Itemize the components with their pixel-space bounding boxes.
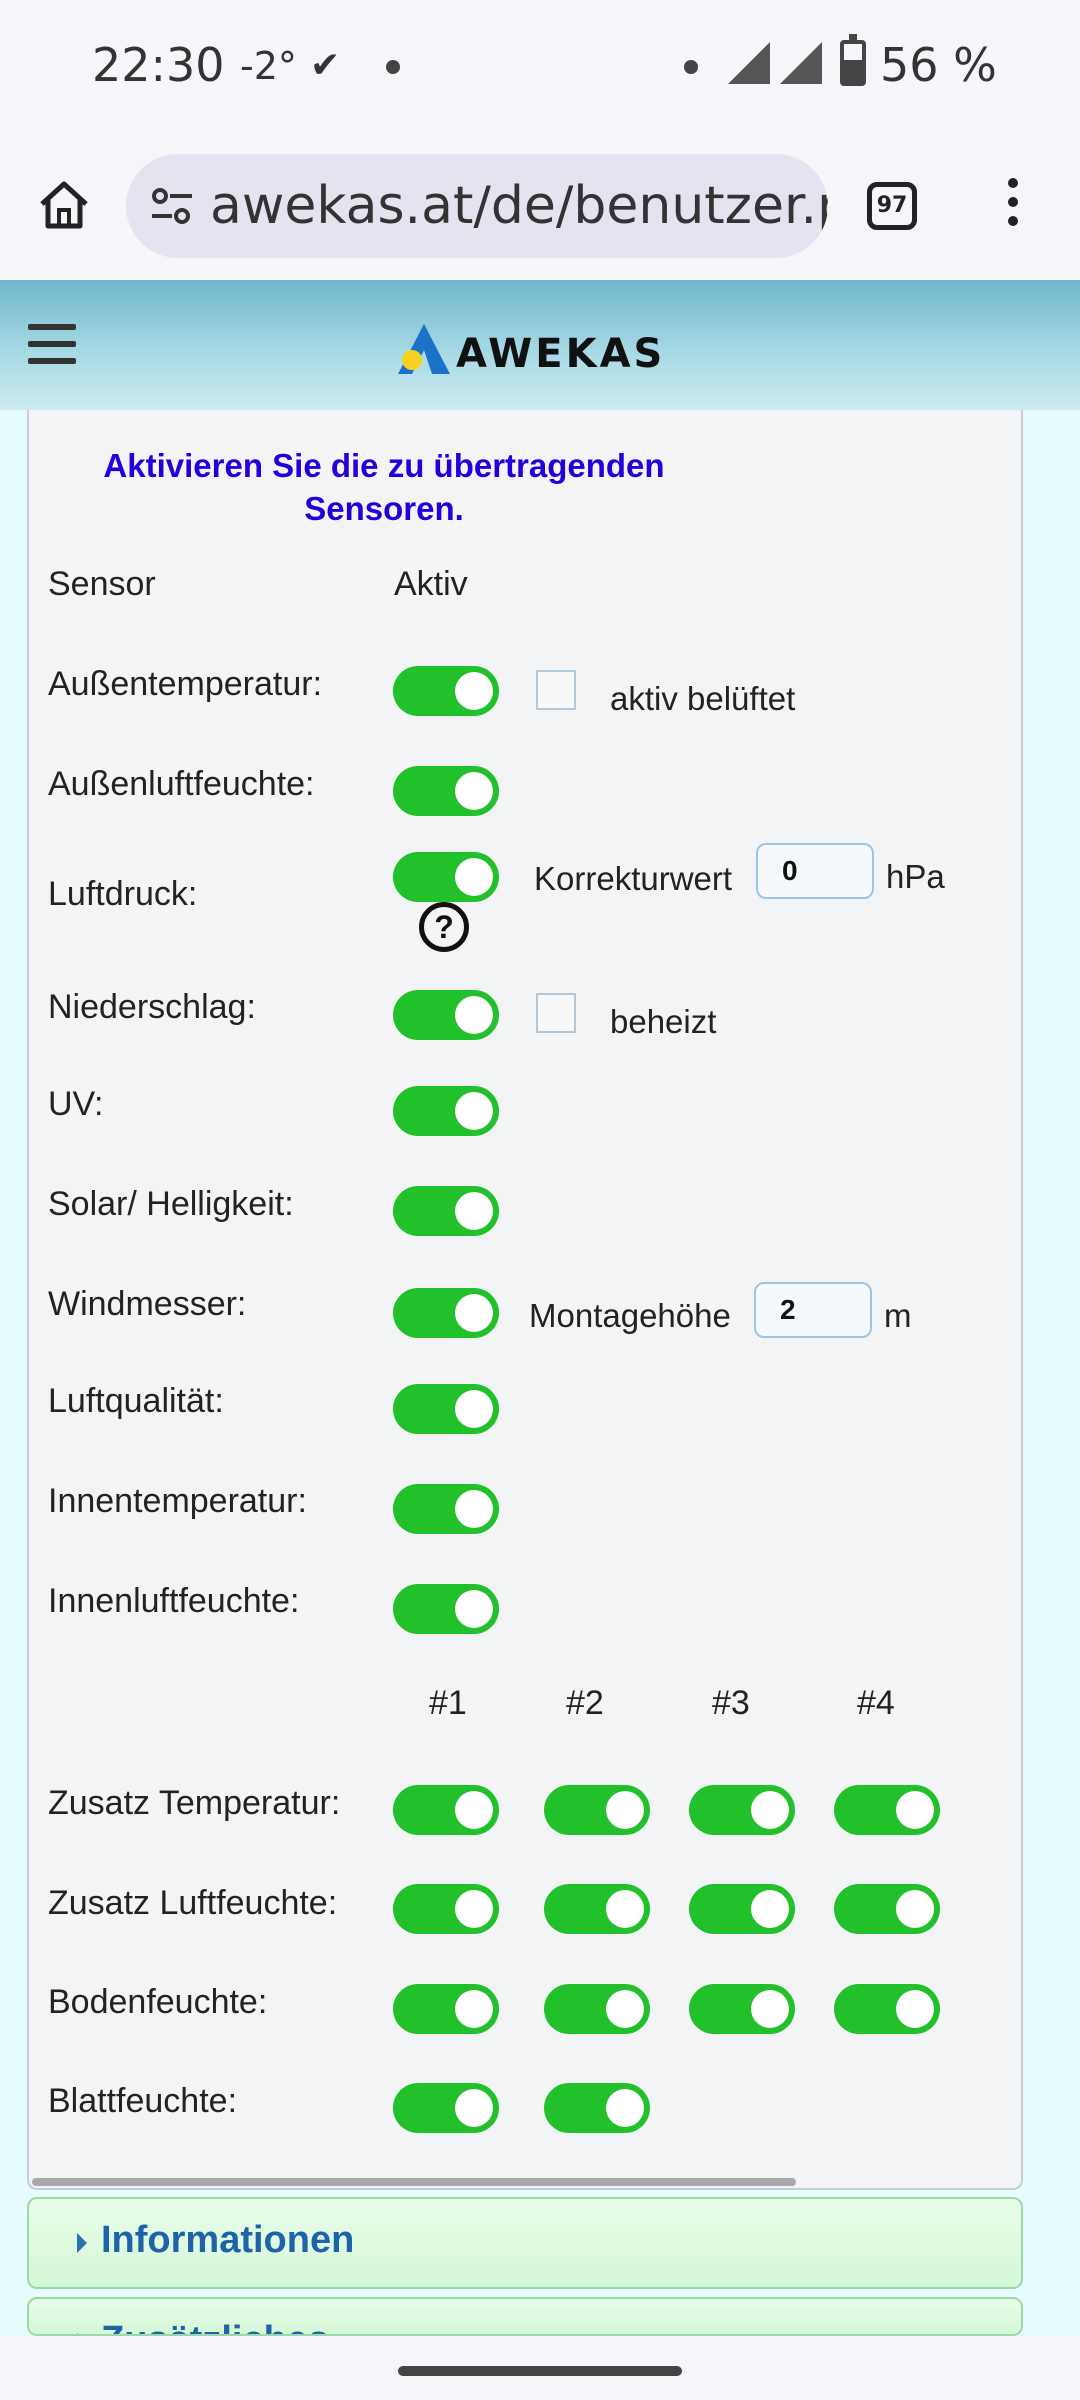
toggle-extra-humidity-4[interactable] bbox=[834, 1884, 940, 1934]
toggle-extra-humidity-3[interactable] bbox=[689, 1884, 795, 1934]
site-settings-icon[interactable] bbox=[150, 186, 194, 226]
chevron-right-icon bbox=[77, 2233, 87, 2253]
sensor-label-indoor-temperature: Innentemperatur: bbox=[48, 1482, 307, 1520]
sensor-label-anemometer: Windmesser: bbox=[48, 1285, 247, 1323]
sensor-label-leaf-wetness: Blattfeuchte: bbox=[48, 2082, 238, 2120]
sensor-label-air-quality: Luftqualität: bbox=[48, 1382, 224, 1420]
toggle-soil-moisture-4[interactable] bbox=[834, 1984, 940, 2034]
battery-percent: 56 % bbox=[880, 38, 997, 92]
status-bar: 22:30 -2° ✔ 56 % bbox=[0, 0, 1080, 132]
checkbox-actively-ventilated[interactable] bbox=[536, 670, 576, 710]
horizontal-scrollbar[interactable] bbox=[32, 2178, 796, 2186]
help-icon[interactable]: ? bbox=[419, 902, 469, 952]
battery-icon bbox=[840, 34, 866, 86]
notification-dot-icon bbox=[386, 60, 400, 74]
toggle-leaf-wetness-2[interactable] bbox=[544, 2083, 650, 2133]
toggle-anemometer[interactable] bbox=[393, 1288, 499, 1338]
toggle-indoor-temperature[interactable] bbox=[393, 1484, 499, 1534]
toggle-indoor-humidity[interactable] bbox=[393, 1584, 499, 1634]
toggle-extra-temperature-3[interactable] bbox=[689, 1785, 795, 1835]
sensor-label-outdoor-humidity: Außenluftfeuchte: bbox=[48, 765, 315, 803]
column-header-4: #4 bbox=[857, 1684, 895, 1722]
correction-value-input[interactable]: 0 bbox=[756, 843, 874, 899]
toggle-air-quality[interactable] bbox=[393, 1384, 499, 1434]
toggle-soil-moisture-3[interactable] bbox=[689, 1984, 795, 2034]
correction-label: Korrekturwert bbox=[534, 860, 733, 897]
signal-icon bbox=[780, 42, 822, 84]
sensor-label-indoor-humidity: Innenluftfeuchte: bbox=[48, 1582, 300, 1620]
tabs-icon[interactable]: 97 bbox=[867, 182, 917, 230]
url-text: awekas.at/de/benutzer.pl bbox=[210, 176, 828, 236]
accordion-label: Zusätzliches bbox=[101, 2319, 329, 2334]
hamburger-menu-icon[interactable] bbox=[28, 324, 76, 364]
address-bar[interactable]: awekas.at/de/benutzer.pl bbox=[126, 154, 828, 258]
sensor-label-air-pressure: Luftdruck: bbox=[48, 875, 198, 913]
toggle-extra-humidity-1[interactable] bbox=[393, 1884, 499, 1934]
home-gesture-handle[interactable] bbox=[398, 2366, 682, 2376]
sensor-label-soil-moisture: Bodenfeuchte: bbox=[48, 1983, 268, 2021]
accordion-informationen[interactable]: Informationen bbox=[27, 2197, 1023, 2289]
toggle-outdoor-temperature[interactable] bbox=[393, 666, 499, 716]
sensor-label-extra-temperature: Zusatz Temperatur: bbox=[48, 1784, 341, 1822]
sensor-settings-panel: Aktivieren Sie die zu übertragenden Sens… bbox=[27, 410, 1023, 2190]
toggle-uv[interactable] bbox=[393, 1086, 499, 1136]
column-header-1: #1 bbox=[429, 1684, 467, 1722]
checkbox-label-actively-ventilated: aktiv belüftet bbox=[610, 680, 796, 717]
checkbox-label-heated: beheizt bbox=[610, 1003, 717, 1040]
toggle-solar[interactable] bbox=[393, 1186, 499, 1236]
toggle-air-pressure[interactable] bbox=[393, 852, 499, 902]
accordion-zusaetzliches[interactable]: Zusätzliches bbox=[27, 2297, 1023, 2336]
toggle-outdoor-humidity[interactable] bbox=[393, 766, 499, 816]
notification-icon: ✔ bbox=[310, 44, 341, 85]
site-logo[interactable]: AWEKAS bbox=[396, 316, 665, 376]
system-nav-bar bbox=[0, 2336, 1080, 2400]
checkbox-heated[interactable] bbox=[536, 993, 576, 1033]
logo-text: AWEKAS bbox=[456, 331, 666, 377]
mounting-height-label: Montagehöhe bbox=[529, 1297, 731, 1334]
sensor-intro-heading: Aktivieren Sie die zu übertragenden Sens… bbox=[103, 447, 665, 527]
home-icon[interactable] bbox=[36, 176, 92, 232]
correction-unit: hPa bbox=[886, 858, 945, 895]
sensor-label-precipitation: Niederschlag: bbox=[48, 988, 256, 1026]
sensor-label-solar: Solar/ Helligkeit: bbox=[48, 1185, 294, 1223]
toggle-leaf-wetness-1[interactable] bbox=[393, 2083, 499, 2133]
toggle-soil-moisture-1[interactable] bbox=[393, 1984, 499, 2034]
sensor-label-outdoor-temperature: Außentemperatur: bbox=[48, 665, 323, 703]
mounting-height-input[interactable]: 2 bbox=[754, 1282, 872, 1338]
mounting-height-unit: m bbox=[884, 1297, 912, 1334]
toggle-soil-moisture-2[interactable] bbox=[544, 1984, 650, 2034]
sensor-label-extra-humidity: Zusatz Luftfeuchte: bbox=[48, 1884, 338, 1922]
more-menu-icon[interactable] bbox=[1005, 178, 1021, 234]
column-header-active: Aktiv bbox=[394, 565, 468, 603]
toggle-extra-temperature-4[interactable] bbox=[834, 1785, 940, 1835]
status-weather: -2° bbox=[240, 44, 297, 88]
column-header-sensor: Sensor bbox=[48, 565, 156, 603]
status-time: 22:30 bbox=[92, 38, 225, 92]
notification-dot-icon bbox=[684, 60, 698, 74]
sensor-label-uv: UV: bbox=[48, 1085, 104, 1123]
column-header-3: #3 bbox=[712, 1684, 750, 1722]
column-header-2: #2 bbox=[566, 1684, 604, 1722]
toggle-extra-temperature-2[interactable] bbox=[544, 1785, 650, 1835]
toggle-extra-temperature-1[interactable] bbox=[393, 1785, 499, 1835]
signal-icon bbox=[728, 42, 770, 84]
toggle-extra-humidity-2[interactable] bbox=[544, 1884, 650, 1934]
accordion-label: Informationen bbox=[101, 2219, 355, 2261]
browser-toolbar: awekas.at/de/benutzer.pl 97 bbox=[0, 132, 1080, 280]
logo-icon bbox=[398, 324, 450, 374]
site-header: AWEKAS bbox=[0, 280, 1080, 410]
toggle-precipitation[interactable] bbox=[393, 990, 499, 1040]
